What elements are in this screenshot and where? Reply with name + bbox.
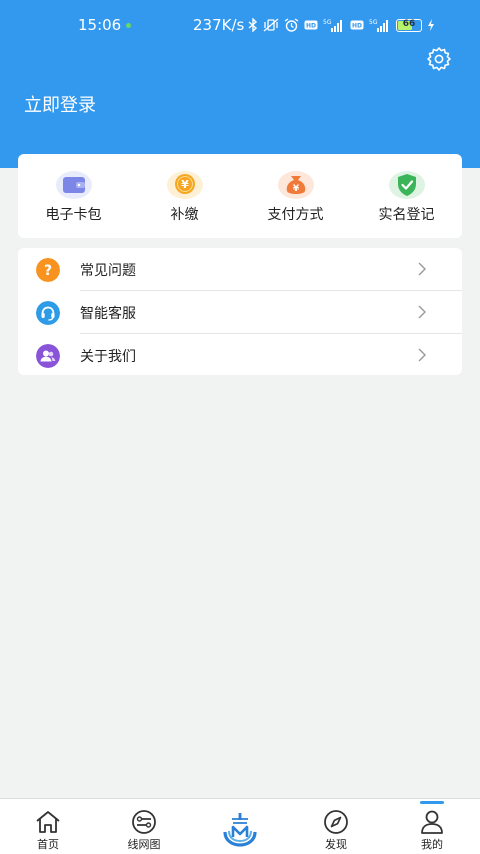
tab-label: 首页	[37, 838, 59, 851]
svg-text:HD: HD	[306, 23, 316, 30]
money-bag-icon: ¥	[277, 171, 314, 199]
profile-header: 15:06 237K/s HD 5G HD 5G 66 立即登录	[0, 0, 480, 168]
bluetooth-icon	[248, 18, 258, 32]
yen-coin-icon: ¥	[166, 171, 203, 199]
network-speed: 237K/s	[193, 16, 245, 34]
svg-text:¥: ¥	[181, 178, 189, 191]
quick-action-label: 补缴	[170, 207, 199, 223]
status-time: 15:06	[78, 16, 122, 34]
svg-text:5G: 5G	[369, 19, 378, 26]
hd-icon: HD	[350, 20, 364, 30]
tab-home[interactable]: 首页	[0, 799, 96, 854]
settings-button[interactable]	[426, 46, 452, 72]
hd-icon: HD	[304, 20, 318, 30]
signal-5g-icon: 5G	[323, 18, 345, 32]
headset-icon	[36, 301, 60, 325]
user-icon	[421, 810, 443, 834]
menu-item-label: 常见问题	[80, 263, 136, 279]
tab-label: 发现	[325, 838, 347, 851]
login-link[interactable]: 立即登录	[24, 91, 96, 117]
tab-mine[interactable]: 我的	[384, 799, 480, 854]
alarm-icon	[284, 18, 299, 32]
compass-icon	[324, 810, 348, 834]
battery-icon: 66	[396, 18, 422, 32]
menu-item-faq[interactable]: ? 常见问题	[18, 248, 462, 290]
menu-item-about[interactable]: 关于我们	[18, 334, 462, 376]
menu-item-label: 智能客服	[80, 306, 136, 322]
quick-action-real-name[interactable]: 实名登记	[351, 154, 462, 238]
tab-label: 线网图	[127, 838, 161, 851]
status-bar: 15:06 237K/s HD 5G HD 5G 66	[0, 0, 480, 50]
chevron-right-icon	[418, 305, 426, 319]
question-icon: ?	[36, 258, 60, 282]
tab-label: 我的	[421, 838, 443, 851]
quick-action-label: 电子卡包	[45, 207, 102, 223]
svg-text:5G: 5G	[323, 19, 332, 26]
tab-discover[interactable]: 发现	[288, 799, 384, 854]
gear-icon	[427, 47, 451, 71]
menu-item-support[interactable]: 智能客服	[18, 291, 462, 333]
chevron-right-icon	[418, 348, 426, 362]
status-icons: HD 5G HD 5G 66	[248, 17, 435, 33]
quick-action-label: 实名登记	[378, 207, 435, 223]
people-icon	[36, 344, 60, 368]
quick-action-payment-method[interactable]: ¥ 支付方式	[240, 154, 351, 238]
bottom-tab-bar: 首页 线网图 发现 我的	[0, 798, 480, 854]
svg-text:?: ?	[44, 263, 52, 279]
chevron-right-icon	[418, 262, 426, 276]
charging-icon	[427, 19, 435, 31]
home-icon	[36, 811, 60, 833]
svg-text:¥: ¥	[292, 184, 299, 194]
tab-route-map[interactable]: 线网图	[96, 799, 192, 854]
quick-action-repay[interactable]: ¥ 补缴	[129, 154, 240, 238]
quick-action-card-wallet[interactable]: 电子卡包	[18, 154, 129, 238]
svg-text:HD: HD	[352, 23, 362, 30]
menu-card: ? 常见问题 智能客服 关于我们	[18, 248, 462, 375]
quick-actions-card: 电子卡包 ¥ 补缴 ¥ 支付方式 实名登记	[18, 154, 462, 238]
vibrate-off-icon	[263, 18, 279, 32]
notification-dot	[126, 23, 131, 28]
menu-item-label: 关于我们	[80, 349, 136, 365]
shield-check-icon	[388, 171, 425, 199]
wallet-icon	[55, 171, 92, 199]
metro-logo-icon	[223, 813, 257, 847]
tab-metro-logo[interactable]	[220, 809, 260, 847]
battery-percent: 66	[402, 18, 416, 29]
route-map-icon	[132, 810, 156, 834]
signal-5g-icon: 5G	[369, 18, 391, 32]
quick-action-label: 支付方式	[267, 207, 324, 223]
